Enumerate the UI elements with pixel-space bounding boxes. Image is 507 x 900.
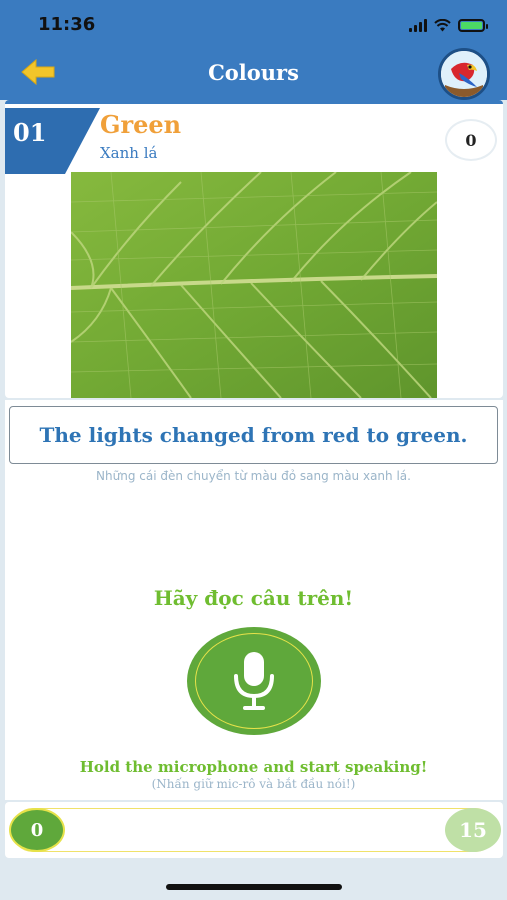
sentence-text: The lights changed from red to green. [9,406,498,464]
mic-ring [195,633,313,729]
word-card: 01 Green Xanh lá 0 [5,100,503,398]
word-number: 01 [13,118,47,147]
signal-icon [409,18,427,32]
page-title: Colours [208,60,299,85]
sentence-translation: Những cái đèn chuyển từ màu đỏ sang màu … [96,469,411,483]
status-icons [409,16,488,34]
home-indicator[interactable] [166,884,342,890]
status-time: 11:36 [38,14,96,35]
read-prompt: Hãy đọc câu trên! [153,586,354,610]
progress-track [11,808,497,852]
word-title: Green [100,110,182,139]
word-meaning: Xanh lá [100,144,158,162]
wifi-icon [434,18,451,31]
battery-icon [458,18,488,32]
progress-total: 15 [445,808,501,852]
parrot-avatar-icon[interactable] [438,48,490,100]
score-badge: 0 [445,119,497,161]
progress-bar: 0 15 [5,802,503,858]
hold-instruction: Hold the microphone and start speaking! [79,758,428,776]
app-header: 11:36 Colours [0,0,507,100]
progress-current: 0 [9,808,65,852]
leaf-image [71,172,437,398]
hold-translation: (Nhấn giữ mic-rô và bắt đầu nói!) [151,777,356,791]
microphone-button[interactable] [187,627,321,735]
